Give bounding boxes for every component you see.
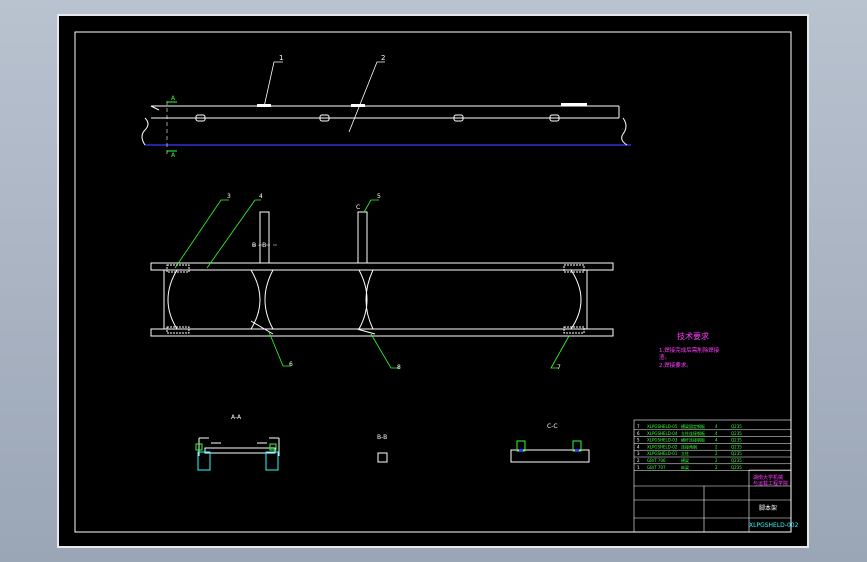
section-bb-profile bbox=[377, 452, 388, 463]
tech-req-line2: 2.焊接要求。 bbox=[659, 361, 692, 369]
label-section-a-bottom: A bbox=[171, 152, 176, 159]
section-cc bbox=[510, 440, 590, 463]
bom-cell: Q235 bbox=[731, 465, 742, 470]
bom-cell: 2 bbox=[715, 451, 718, 456]
label-part-4: 4 bbox=[259, 193, 263, 200]
bom-cell: 横杆连接钢板 bbox=[681, 437, 705, 443]
label-part-3: 3 bbox=[227, 193, 231, 200]
bom-cell: XLPGSHELD-01 bbox=[647, 451, 678, 456]
bom-cell: 3 bbox=[637, 451, 640, 456]
bom-cell: XLPGSHELD-03 bbox=[647, 438, 678, 443]
bom-cell: 7 bbox=[637, 424, 640, 429]
label-part-1: 1 bbox=[279, 54, 283, 62]
bom-cell: 立柱 bbox=[681, 450, 689, 456]
bom-cell: Q235 bbox=[731, 438, 742, 443]
label-part-7: 7 bbox=[557, 364, 561, 371]
section-aa bbox=[195, 437, 280, 471]
label-section-a-top: A bbox=[171, 95, 176, 102]
bom-cell: Q235 bbox=[731, 444, 742, 449]
bom-cell: XLPGSHELD-05 bbox=[647, 424, 678, 429]
section-cc-title: C-C bbox=[547, 423, 558, 430]
bom-cell: 4 bbox=[715, 438, 718, 443]
bom-cell: 5 bbox=[637, 438, 640, 443]
bom-cell: XLPGSHELD-02 bbox=[647, 444, 678, 449]
bom-cell: 横梁固定钢板 bbox=[681, 423, 705, 429]
company-line2: 与运载工程学院 bbox=[753, 480, 788, 487]
bom-cell: GB/T 706 bbox=[647, 458, 666, 463]
label-section-b: B - B bbox=[252, 242, 266, 249]
company-line1: 湖南大学机械 bbox=[753, 474, 783, 481]
bom-table: 7 XLPGSHELD-05 横梁固定钢板 4 Q2356 XLPGSHELD-04 立柱连… bbox=[634, 423, 791, 471]
tech-req-title: 技术要求 bbox=[677, 331, 709, 341]
bom-cell: XLPGSHELD-04 bbox=[647, 431, 678, 436]
bom-cell: 立柱连接钢板 bbox=[681, 430, 705, 436]
tech-req-line1b: 渣。 bbox=[659, 353, 670, 361]
drawing-number: XLPGSHELD-002 bbox=[749, 522, 799, 529]
bom-cell: 4 bbox=[715, 424, 718, 429]
bom-cell: Q235 bbox=[731, 424, 742, 429]
cad-drawing: 1 2 A A 3 4 5 B - B C 6 8 7 A-A B-B C-C … bbox=[74, 31, 799, 533]
bom-cell: Q235 bbox=[731, 458, 742, 463]
bom-cell: 4 bbox=[715, 431, 718, 436]
bom-cell: 连接角钢 bbox=[681, 443, 697, 449]
plan-view bbox=[150, 199, 614, 369]
bom-cell: 横梁 bbox=[681, 457, 689, 463]
bom-cell: 2 bbox=[715, 444, 718, 449]
side-elevation-view bbox=[141, 61, 631, 156]
bom-cell: 2 bbox=[715, 458, 718, 463]
bom-cell: 2 bbox=[637, 458, 640, 463]
tech-req-line1: 1.焊接完成后需削除焊接 bbox=[659, 346, 720, 354]
section-aa-title: A-A bbox=[231, 414, 242, 421]
bom-cell: Q235 bbox=[731, 431, 742, 436]
bom-cell: 1 bbox=[637, 465, 640, 470]
drawing-sheet: 1 2 A A 3 4 5 B - B C 6 8 7 A-A B-B C-C … bbox=[57, 14, 809, 548]
label-section-c: C bbox=[356, 204, 360, 211]
label-part-6: 6 bbox=[289, 361, 293, 368]
label-part-2: 2 bbox=[381, 54, 385, 62]
section-bb-title: B-B bbox=[377, 434, 387, 441]
label-part-5: 5 bbox=[377, 193, 381, 200]
label-part-8: 8 bbox=[397, 364, 401, 371]
bom-cell: GB/T 707 bbox=[647, 465, 666, 470]
bom-cell: 6 bbox=[637, 431, 640, 436]
bom-cell: 4 bbox=[637, 444, 640, 449]
bom-cell: 纵梁 bbox=[681, 464, 689, 470]
drawing-name: 脚本架 bbox=[759, 504, 777, 512]
bom-cell: Q235 bbox=[731, 451, 742, 456]
bom-cell: 2 bbox=[715, 465, 718, 470]
